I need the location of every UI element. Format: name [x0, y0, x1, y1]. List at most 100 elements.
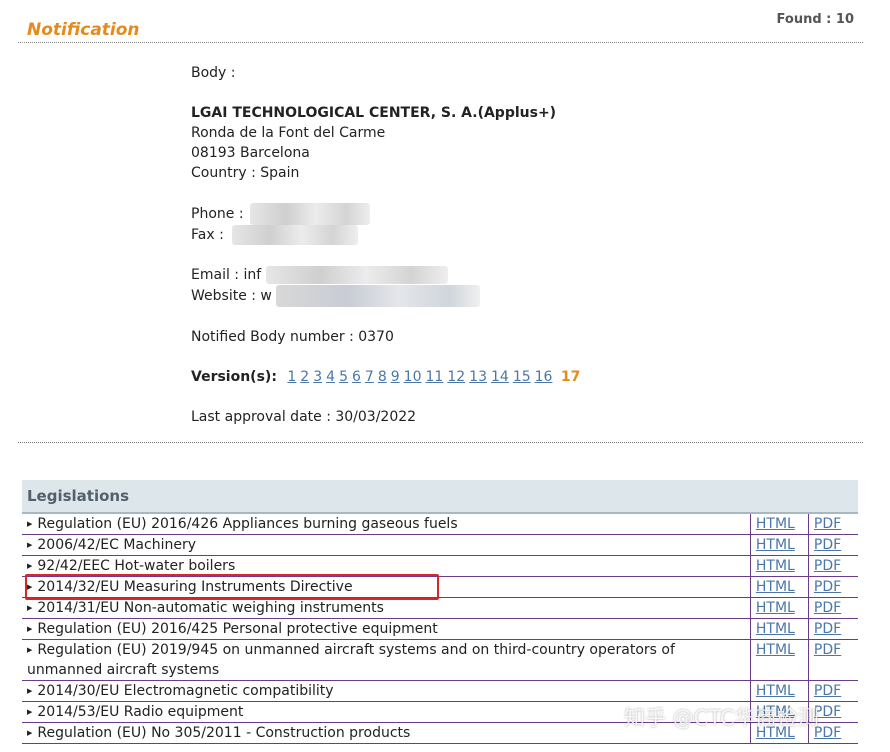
pdf-cell: PDF — [807, 680, 858, 702]
version-link[interactable]: 16 — [535, 369, 553, 385]
bullet-arrow-icon: ▶ — [27, 708, 33, 716]
versions-row: Version(s): 1 2 3 4 5 6 7 8 9 10 11 12 13 14 15 16 17 — [191, 367, 580, 387]
pdf-link[interactable]: PDF — [814, 621, 841, 637]
redacted-website — [276, 285, 481, 307]
legislation-name[interactable]: 2006/42/EC Machinery — [37, 537, 196, 553]
html-cell: HTML — [749, 555, 809, 577]
legislation-row: ▶ 2014/32/EU Measuring Instruments Direct… — [22, 576, 858, 598]
html-link[interactable]: HTML — [756, 621, 795, 637]
version-link[interactable]: 7 — [365, 369, 374, 385]
html-cell: HTML — [749, 576, 809, 598]
html-cell: HTML — [749, 597, 809, 619]
html-link[interactable]: HTML — [756, 537, 795, 553]
version-link[interactable]: 3 — [313, 369, 322, 385]
legislation-row: ▶ Regulation (EU) 2016/426 Appliances bur… — [22, 513, 858, 535]
legislation-name[interactable]: Regulation (EU) 2019/945 on unmanned air… — [27, 642, 675, 678]
address-line-1: Ronda de la Font del Carme — [191, 125, 386, 141]
last-approval-date: Last approval date : 30/03/2022 — [191, 409, 417, 425]
html-link[interactable]: HTML — [756, 516, 795, 532]
phone-row: Phone : — [191, 203, 580, 225]
legislation-name[interactable]: 2014/30/EU Electromagnetic compatibility — [37, 683, 333, 699]
page-title: Notification — [27, 20, 140, 40]
html-cell: HTML — [749, 513, 809, 535]
pdf-link[interactable]: PDF — [814, 558, 841, 574]
html-link[interactable]: HTML — [756, 683, 795, 699]
version-link[interactable]: 9 — [391, 369, 400, 385]
watermark: 知乎 @CTC华商检测 — [624, 706, 819, 730]
pdf-cell: PDF — [807, 534, 858, 556]
version-link[interactable]: 1 — [287, 369, 296, 385]
legislation-row: ▶ Regulation (EU) 2019/945 on unmanned ai… — [22, 639, 858, 681]
html-link[interactable]: HTML — [756, 558, 795, 574]
redacted-email — [265, 266, 448, 284]
email-label: Email : inf — [191, 267, 262, 283]
legislation-cell: ▶ Regulation (EU) 2016/426 Appliances bur… — [22, 513, 751, 535]
pdf-cell: PDF — [807, 597, 858, 619]
versions-label: Version(s): — [191, 369, 277, 385]
pdf-cell: PDF — [807, 639, 858, 681]
pdf-link[interactable]: PDF — [814, 642, 841, 658]
fax-row: Fax : — [191, 225, 580, 245]
version-links: 1 2 3 4 5 6 7 8 9 10 11 12 13 14 15 16 — [281, 369, 556, 385]
version-link[interactable]: 8 — [378, 369, 387, 385]
legislation-row: ▶ 92/42/EEC Hot-water boilers HTML PDF — [22, 555, 858, 577]
legislation-name[interactable]: 2014/32/EU Measuring Instruments Directi… — [37, 579, 352, 595]
website-row: Website : w — [191, 285, 580, 307]
version-link[interactable]: 15 — [513, 369, 531, 385]
version-link[interactable]: 14 — [491, 369, 509, 385]
phone-label: Phone : — [191, 206, 244, 222]
bullet-arrow-icon: ▶ — [27, 729, 33, 737]
html-cell: HTML — [749, 680, 809, 702]
html-cell: HTML — [749, 618, 809, 640]
legislation-name[interactable]: Regulation (EU) 2016/426 Appliances burn… — [37, 516, 457, 532]
legislation-row: ▶ 2014/31/EU Non-automatic weighing instr… — [22, 597, 858, 619]
legislation-cell: ▶ 92/42/EEC Hot-water boilers — [22, 555, 751, 577]
legislation-cell: ▶ 2014/31/EU Non-automatic weighing instr… — [22, 597, 751, 619]
bullet-arrow-icon: ▶ — [27, 583, 33, 591]
pdf-link[interactable]: PDF — [814, 600, 841, 616]
html-link[interactable]: HTML — [756, 642, 795, 658]
html-link[interactable]: HTML — [756, 579, 795, 595]
bullet-arrow-icon: ▶ — [27, 541, 33, 549]
version-link[interactable]: 10 — [404, 369, 422, 385]
version-link[interactable]: 13 — [469, 369, 487, 385]
pdf-link[interactable]: PDF — [814, 683, 841, 699]
legislation-row: ▶ 2014/30/EU Electromagnetic compatibilit… — [22, 680, 858, 702]
legislation-name[interactable]: 2014/53/EU Radio equipment — [37, 704, 243, 720]
version-link[interactable]: 12 — [447, 369, 465, 385]
country: Country : Spain — [191, 165, 300, 181]
body-label: Body : — [191, 65, 236, 81]
current-version: 17 — [560, 369, 581, 385]
pdf-cell: PDF — [807, 576, 858, 598]
pdf-cell: PDF — [807, 555, 858, 577]
legislation-name[interactable]: 92/42/EEC Hot-water boilers — [37, 558, 235, 574]
version-link[interactable]: 11 — [426, 369, 444, 385]
redacted-phone — [250, 203, 370, 225]
legislation-name[interactable]: Regulation (EU) 2016/425 Personal protec… — [37, 621, 437, 637]
pdf-link[interactable]: PDF — [814, 537, 841, 553]
legislation-cell: ▶ Regulation (EU) 2016/425 Personal prote… — [22, 618, 751, 640]
organization-name: LGAI TECHNOLOGICAL CENTER, S. A.(Applus+… — [191, 105, 557, 121]
bullet-arrow-icon: ▶ — [27, 646, 33, 654]
pdf-link[interactable]: PDF — [814, 516, 841, 532]
redacted-fax — [232, 225, 359, 245]
legislation-cell: ▶ Regulation (EU) 2019/945 on unmanned ai… — [22, 639, 751, 681]
bullet-arrow-icon: ▶ — [27, 604, 33, 612]
bullet-arrow-icon: ▶ — [27, 562, 33, 570]
website-label[interactable]: Website : w — [191, 288, 272, 304]
version-link[interactable]: 2 — [300, 369, 309, 385]
legislations-header: Legislations — [22, 480, 858, 514]
pdf-link[interactable]: PDF — [814, 579, 841, 595]
legislation-name[interactable]: 2014/31/EU Non-automatic weighing instru… — [37, 600, 384, 616]
fax-label: Fax : — [191, 227, 224, 243]
bullet-arrow-icon: ▶ — [27, 520, 33, 528]
version-link[interactable]: 4 — [326, 369, 335, 385]
email-row: Email : inf — [191, 265, 580, 285]
version-link[interactable]: 6 — [352, 369, 361, 385]
html-link[interactable]: HTML — [756, 600, 795, 616]
version-link[interactable]: 5 — [339, 369, 348, 385]
legislation-cell: ▶ 2014/32/EU Measuring Instruments Direct… — [22, 576, 751, 598]
legislation-cell: ▶ 2006/42/EC Machinery — [22, 534, 751, 556]
legislation-row: ▶ 2006/42/EC Machinery HTML PDF — [22, 534, 858, 556]
legislation-name[interactable]: Regulation (EU) No 305/2011 - Constructi… — [37, 725, 410, 741]
